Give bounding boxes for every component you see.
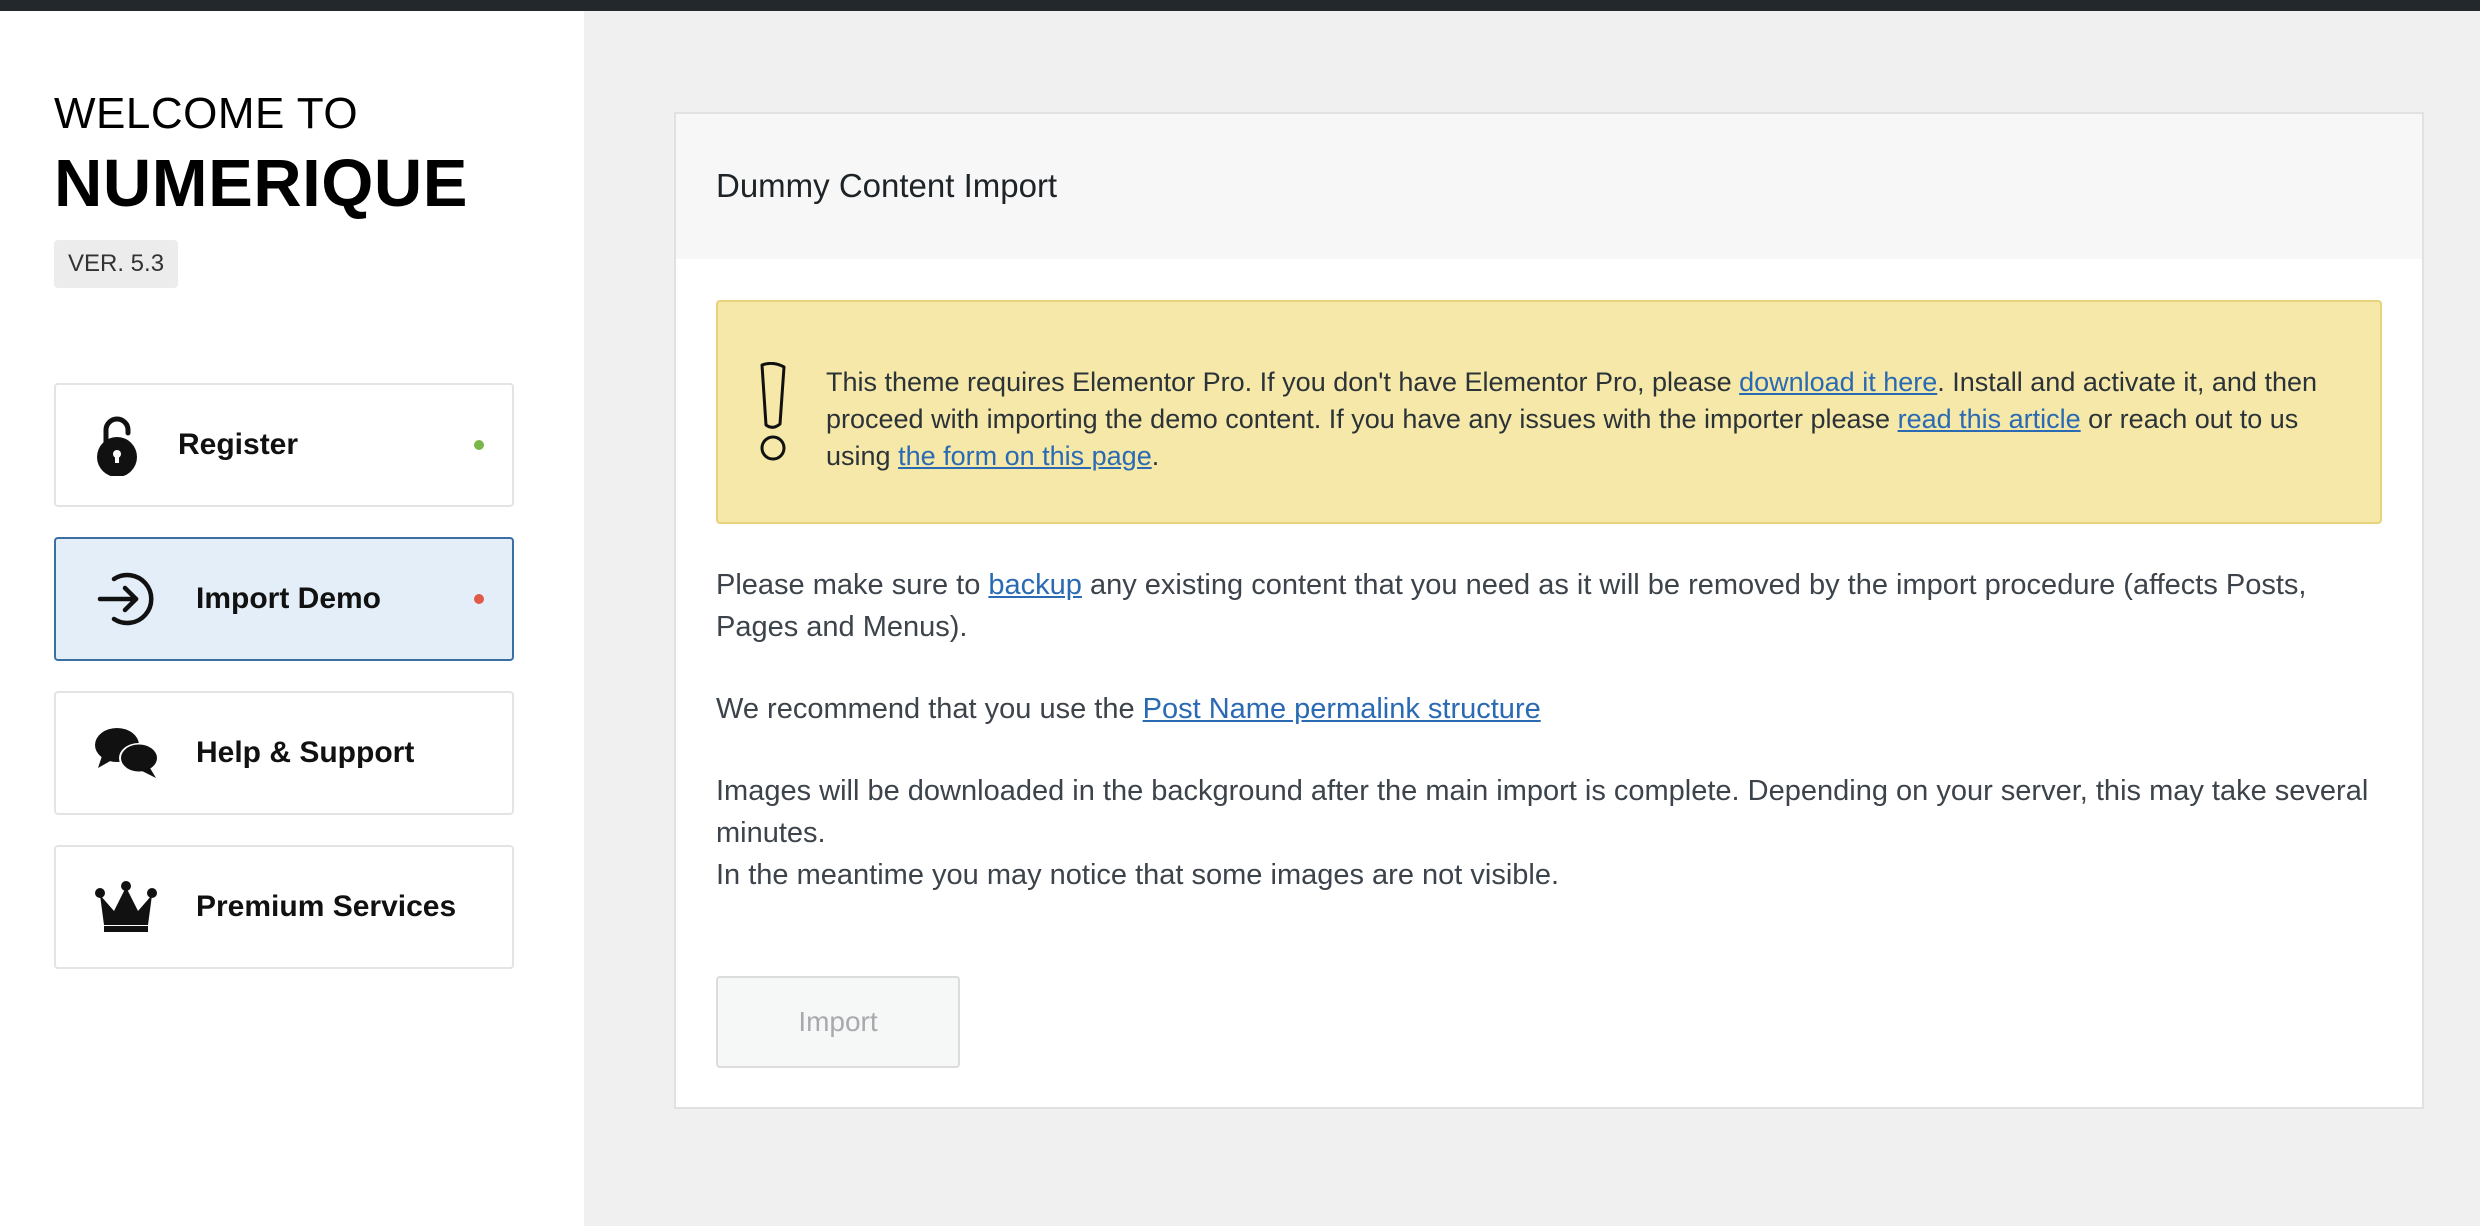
warning-notice: This theme requires Elementor Pro. If yo… xyxy=(716,300,2382,524)
paragraph-text: In the meantime you may notice that some… xyxy=(716,859,1560,891)
sidebar-item-import-demo[interactable]: Import Demo xyxy=(54,537,514,661)
unlock-icon xyxy=(94,414,140,476)
sidebar-item-label: Register xyxy=(178,428,299,461)
chat-bubbles-icon xyxy=(94,726,160,780)
panel-title: Dummy Content Import xyxy=(716,167,1058,204)
import-button[interactable]: Import xyxy=(716,976,960,1068)
sidebar: WELCOME TO NUMERIQUE VER. 5.3 Register I… xyxy=(0,11,584,1226)
status-dot xyxy=(474,594,484,604)
top-bar xyxy=(0,0,2480,11)
import-panel: Dummy Content Import This theme requires… xyxy=(674,112,2424,1109)
paragraph-text: Images will be downloaded in the backgro… xyxy=(716,775,2369,849)
crown-icon xyxy=(94,881,158,933)
version-badge: VER. 5.3 xyxy=(54,240,179,288)
sidebar-item-help-support[interactable]: Help & Support xyxy=(54,691,514,815)
images-paragraph: Images will be downloaded in the backgro… xyxy=(716,770,2386,896)
paragraph-text: Please make sure to xyxy=(716,569,989,601)
sidebar-item-label: Premium Services xyxy=(196,890,457,923)
permalink-paragraph: We recommend that you use the Post Name … xyxy=(716,688,2386,730)
sidebar-item-register[interactable]: Register xyxy=(54,383,514,507)
panel-header: Dummy Content Import xyxy=(676,114,2422,259)
backup-paragraph: Please make sure to backup any existing … xyxy=(716,564,2386,648)
brand-title: NUMERIQUE xyxy=(54,146,468,221)
exclamation-icon xyxy=(756,361,790,471)
notice-text-part: This theme requires Elementor Pro. If yo… xyxy=(826,367,1740,397)
sidebar-item-premium-services[interactable]: Premium Services xyxy=(54,845,514,969)
notice-text-part: . xyxy=(1151,441,1160,471)
read-article-link[interactable]: read this article xyxy=(1898,404,2081,434)
download-link[interactable]: download it here xyxy=(1739,367,1937,397)
permalink-link[interactable]: Post Name permalink structure xyxy=(1143,693,1541,725)
welcome-heading: WELCOME TO xyxy=(54,89,359,138)
status-dot xyxy=(474,440,484,450)
contact-form-link[interactable]: the form on this page xyxy=(898,441,1152,471)
sidebar-item-label: Help & Support xyxy=(196,736,415,769)
notice-text: This theme requires Elementor Pro. If yo… xyxy=(826,364,2356,475)
backup-link[interactable]: backup xyxy=(988,569,1082,601)
paragraph-text: We recommend that you use the xyxy=(716,693,1143,725)
sidebar-item-label: Import Demo xyxy=(196,582,382,615)
arrow-circle-right-icon xyxy=(94,567,158,631)
